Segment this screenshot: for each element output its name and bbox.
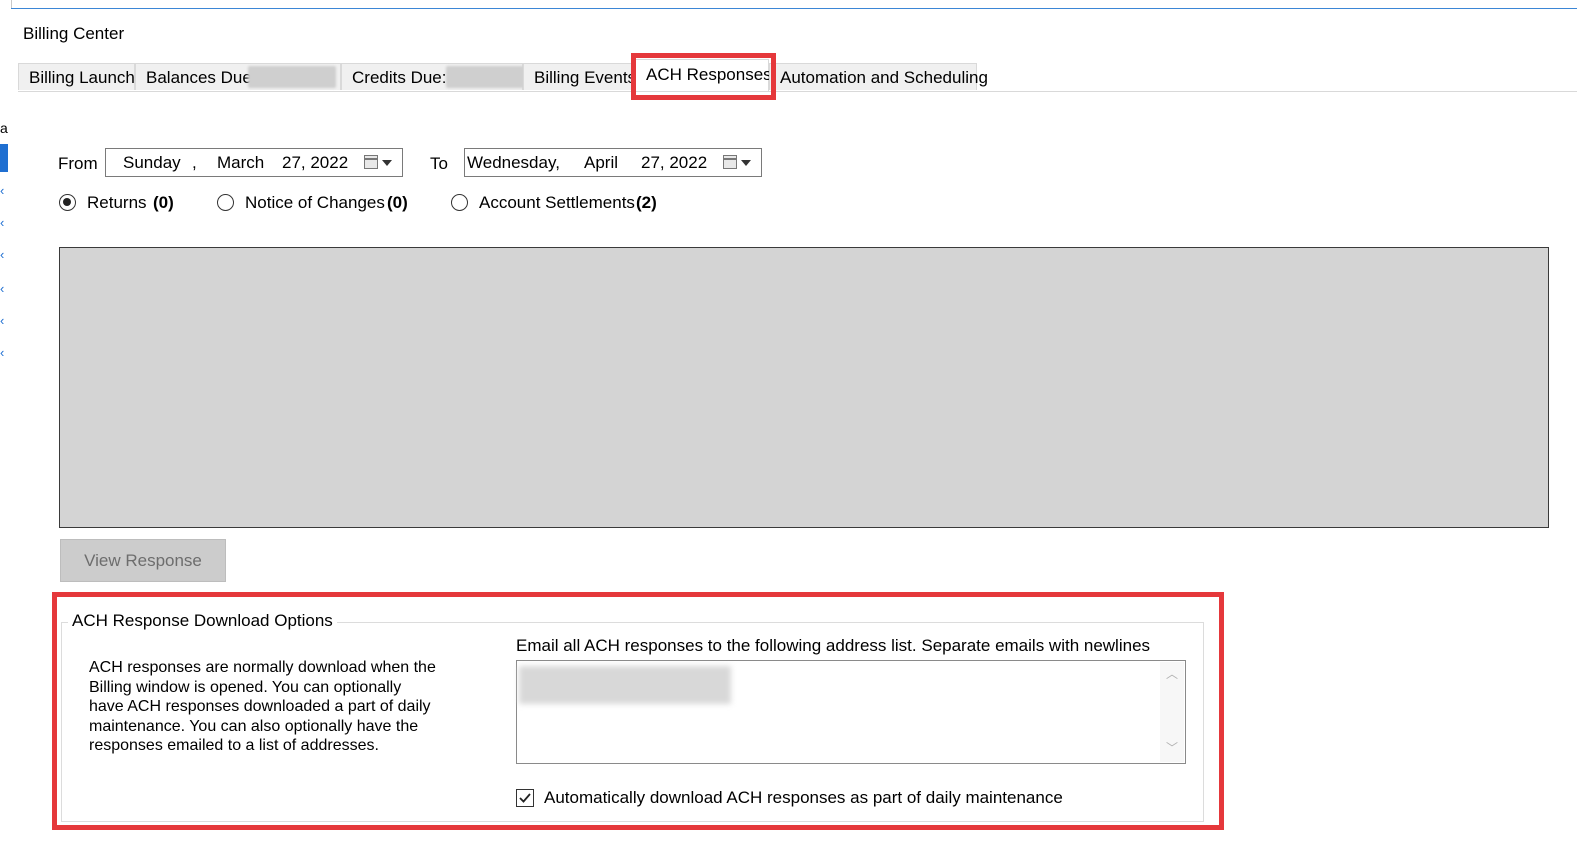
close-icon[interactable]: ‹ bbox=[0, 216, 4, 230]
tab-billing-events[interactable]: Billing Events bbox=[523, 63, 636, 90]
chevron-down-icon bbox=[741, 160, 751, 166]
notice-of-changes-count: (0) bbox=[387, 193, 408, 212]
chevron-down-icon bbox=[382, 160, 392, 166]
tab-credits-due[interactable]: Credits Due: bbox=[341, 63, 524, 90]
tab-billing-launch[interactable]: Billing Launch bbox=[18, 63, 135, 90]
responses-grid[interactable] bbox=[59, 247, 1549, 528]
redacted-value bbox=[446, 66, 524, 88]
from-date-picker[interactable]: Sunday , March 27, 2022 bbox=[105, 148, 403, 177]
close-icon[interactable]: ‹ bbox=[0, 282, 4, 296]
tab-strip: Billing Launch Balances Due Credits Due:… bbox=[18, 59, 1577, 92]
tab-automation-and-scheduling[interactable]: Automation and Scheduling bbox=[769, 63, 988, 90]
partial-text: a bbox=[0, 120, 8, 136]
account-settlements-count: (2) bbox=[636, 193, 657, 212]
tab-balances-due[interactable]: Balances Due bbox=[135, 63, 341, 90]
notice-of-changes-label: Notice of Changes bbox=[245, 193, 385, 212]
from-label: From bbox=[58, 154, 98, 173]
highlight-tab-box bbox=[631, 53, 776, 100]
calendar-icon bbox=[364, 155, 378, 169]
account-settlements-label: Account Settlements bbox=[479, 193, 635, 212]
to-date-picker[interactable]: Wednesday, April 27, 2022 bbox=[464, 148, 762, 177]
returns-label: Returns bbox=[87, 193, 147, 212]
calendar-icon bbox=[723, 155, 737, 169]
window-title: Billing Center bbox=[23, 24, 125, 43]
close-icon[interactable]: ‹ bbox=[0, 248, 4, 262]
returns-radio[interactable] bbox=[59, 194, 76, 211]
notice-of-changes-radio[interactable] bbox=[217, 194, 234, 211]
highlight-options-box bbox=[52, 592, 1224, 830]
close-icon[interactable]: ‹ bbox=[0, 314, 4, 328]
account-settlements-radio[interactable] bbox=[451, 194, 468, 211]
view-response-button[interactable]: View Response bbox=[60, 539, 226, 582]
redacted-value bbox=[248, 66, 336, 88]
selected-row-marker bbox=[0, 144, 8, 172]
close-icon[interactable]: ‹ bbox=[0, 346, 4, 360]
to-label: To bbox=[430, 154, 448, 173]
close-icon[interactable]: ‹ bbox=[0, 184, 4, 198]
returns-count: (0) bbox=[153, 193, 174, 212]
